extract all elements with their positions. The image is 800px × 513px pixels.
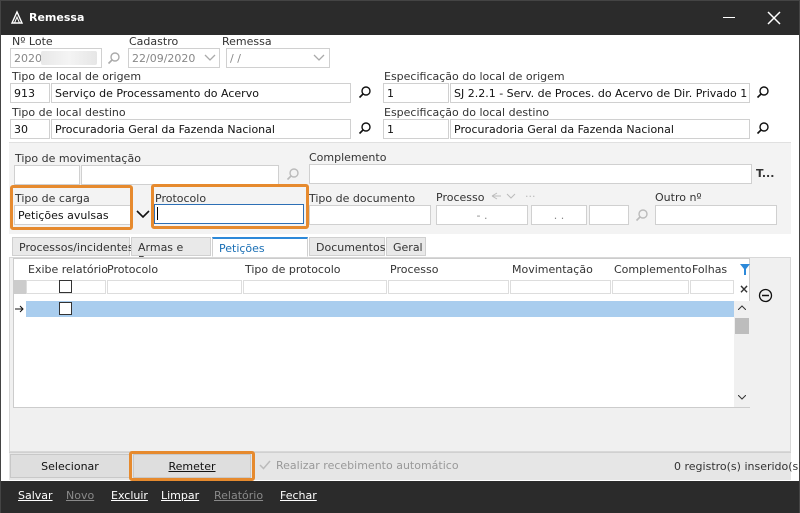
origem-espec-name[interactable]: SJ 2.2.1 - Serv. de Proces. do Acervo de… [450, 83, 750, 103]
scrollbar-thumb[interactable] [735, 318, 749, 334]
movimentacao-label: Tipo de movimentação [15, 152, 141, 165]
destino-espec-code[interactable]: 1 [383, 119, 449, 139]
col-complemento[interactable]: Complemento [614, 263, 691, 276]
row-checkbox[interactable] [59, 302, 72, 315]
carga-highlight [10, 185, 133, 230]
complemento-label: Complemento [309, 151, 387, 164]
search-icon[interactable] [358, 85, 372, 99]
destino-tipo-code[interactable]: 30 [10, 119, 50, 139]
filter-icon[interactable] [739, 263, 751, 277]
fechar-button[interactable]: Fechar [280, 489, 317, 502]
close-icon[interactable] [765, 9, 783, 27]
origem-tipo-name[interactable]: Serviço de Processamento do Acervo [51, 83, 351, 103]
search-icon[interactable] [286, 167, 300, 181]
search-icon[interactable] [756, 121, 770, 135]
origem-espec-label: Especificação do local de origem [384, 70, 565, 83]
tab-armas-bens[interactable]: Armas e Bens [131, 237, 211, 267]
remessa-window: Remessa Nº Lote 2020 Cadastro 22/09/2020… [0, 0, 800, 513]
filter-complemento[interactable] [612, 280, 689, 294]
processo-origem[interactable] [589, 205, 629, 225]
destino-tipo-label: Tipo de local destino [12, 106, 126, 119]
movimentacao-name[interactable] [81, 165, 279, 185]
search-icon[interactable] [756, 85, 770, 99]
destino-espec-label: Especificação do local destino [384, 106, 550, 119]
check-icon[interactable] [259, 460, 271, 470]
record-count: 0 registro(s) inserido(s) [674, 460, 800, 473]
tab-peticoes[interactable]: Petições avulsas [212, 237, 308, 268]
more-icon[interactable]: ... [525, 187, 536, 200]
undo-redo-icon[interactable] [489, 191, 529, 201]
protocolo-highlight [151, 184, 309, 229]
chevron-up-icon[interactable] [738, 305, 746, 310]
novo-button[interactable]: Novo [66, 489, 94, 502]
search-icon[interactable] [107, 51, 121, 65]
auto-receive-label[interactable]: Realizar recebimento automático [276, 459, 459, 472]
col-tipo-protocolo[interactable]: Tipo de protocolo [245, 263, 341, 276]
chevron-down-icon[interactable] [136, 210, 150, 219]
chevron-down-icon[interactable] [313, 54, 325, 62]
destino-espec-name[interactable]: Procuradoria Geral da Fazenda Nacional [450, 119, 750, 139]
selecionar-button[interactable]: Selecionar [10, 454, 130, 478]
remessa-label: Remessa [222, 35, 272, 48]
tipodoc-field[interactable] [309, 205, 431, 225]
vertical-scrollbar[interactable] [734, 301, 750, 407]
origem-tipo-code[interactable]: 913 [10, 83, 50, 103]
tab-geral[interactable]: Geral [386, 237, 426, 256]
table-row[interactable] [26, 301, 734, 317]
row-header-cell [14, 280, 26, 294]
col-processo[interactable]: Processo [390, 263, 438, 276]
origem-tipo-label: Tipo de local de origem [12, 70, 142, 83]
filter-movimentacao[interactable] [510, 280, 611, 294]
minimize-icon[interactable] [723, 17, 735, 18]
filter-protocolo[interactable] [107, 280, 242, 294]
excluir-button[interactable]: Excluir [111, 489, 148, 502]
processo-label: Processo [436, 191, 485, 204]
destino-tipo-name[interactable]: Procuradoria Geral da Fazenda Nacional [51, 119, 351, 139]
filter-processo[interactable] [388, 280, 509, 294]
limpar-button[interactable]: Limpar [161, 489, 199, 502]
origem-espec-code[interactable]: 1 [383, 83, 449, 103]
filter-checkbox[interactable] [59, 280, 72, 293]
tab-processos[interactable]: Processos/incidentes [12, 237, 134, 256]
window-title: Remessa [29, 11, 85, 24]
movimentacao-code[interactable] [14, 165, 80, 185]
cadastro-label: Cadastro [129, 35, 179, 48]
relatorio-button[interactable]: Relatório [214, 489, 263, 502]
outro-label: Outro nº [655, 191, 702, 204]
chevron-down-icon[interactable] [204, 54, 216, 62]
col-protocolo[interactable]: Protocolo [107, 263, 158, 276]
col-folhas[interactable]: Folhas [692, 263, 727, 276]
search-icon[interactable] [635, 208, 649, 222]
processo-ano[interactable]: . . [531, 205, 587, 225]
tipodoc-label: Tipo de documento [309, 192, 416, 205]
remove-icon[interactable] [758, 288, 773, 303]
title-bar: Remessa [1, 1, 799, 35]
complemento-field[interactable] [309, 164, 752, 184]
tab-bar: Processos/incidentes Armas e Bens Petiçõ… [9, 237, 791, 268]
filter-tipo-protocolo[interactable] [243, 280, 387, 294]
processo-number[interactable]: - . [436, 205, 528, 225]
bottom-toolbar: Salvar Novo Excluir Limpar Relatório Fec… [1, 481, 799, 513]
lote-label: Nº Lote [12, 35, 53, 48]
arrow-right-icon [15, 305, 24, 313]
remeter-highlight [129, 451, 255, 481]
salvar-button[interactable]: Salvar [18, 489, 53, 502]
chevron-down-icon[interactable] [738, 395, 746, 400]
col-exibe[interactable]: Exibe relatório [28, 263, 108, 276]
col-movimentacao[interactable]: Movimentação [512, 263, 593, 276]
tab-documentos[interactable]: Documentos [309, 237, 385, 256]
clear-filter-icon[interactable]: × [739, 282, 749, 296]
app-logo-icon [10, 10, 24, 24]
outro-field[interactable] [655, 205, 777, 225]
filter-folhas[interactable] [690, 280, 734, 294]
search-icon[interactable] [358, 121, 372, 135]
lote-redacted [41, 51, 97, 65]
complemento-text-button[interactable]: T... [756, 167, 774, 180]
